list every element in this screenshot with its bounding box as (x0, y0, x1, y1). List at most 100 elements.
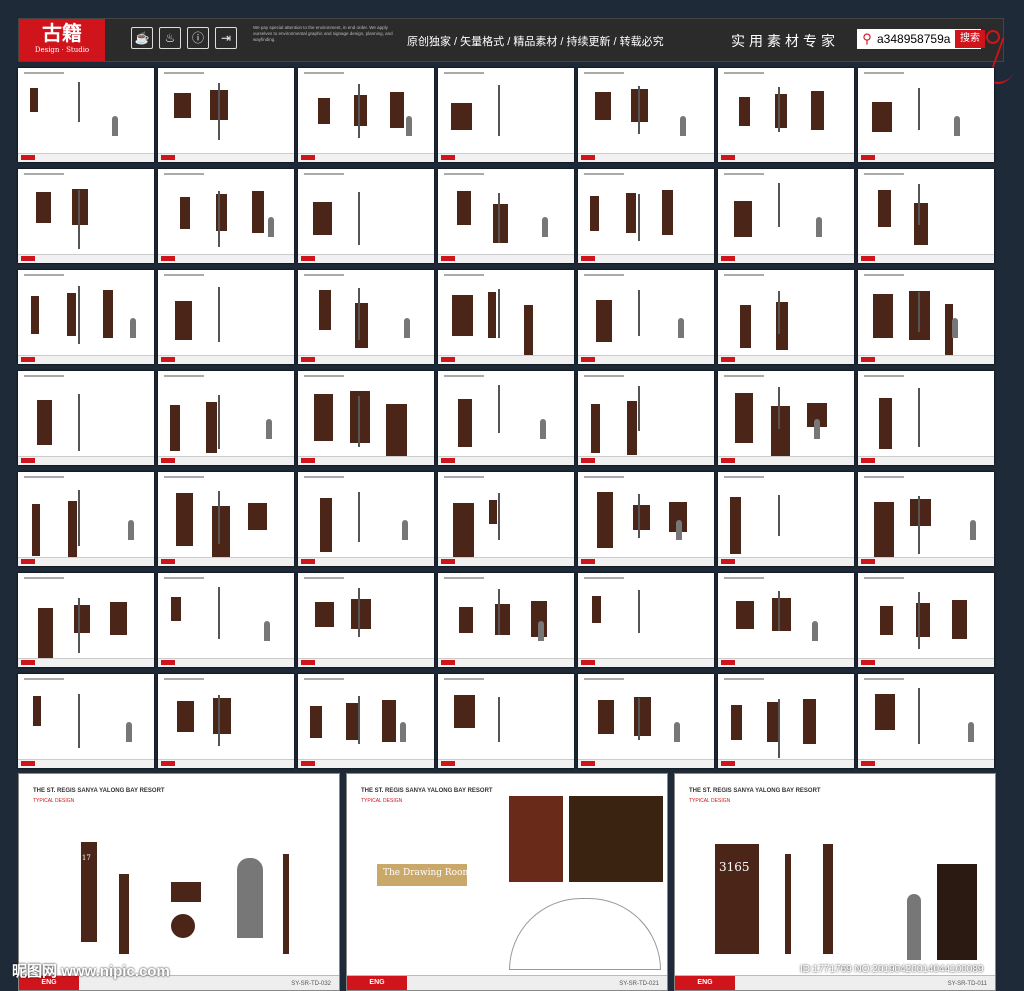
thumbnail-sheet[interactable] (158, 674, 294, 768)
elevation-line (498, 289, 500, 338)
sheet-header (24, 173, 64, 175)
thumbnail-sheet[interactable] (858, 573, 994, 667)
thumbnail-sheet[interactable] (298, 371, 434, 465)
sign-drawing (878, 190, 891, 227)
thumbnail-sheet[interactable] (298, 270, 434, 364)
big-sheet-2[interactable]: THE ST. REGIS SANYA YALONG BAY RESORT TY… (346, 773, 668, 991)
thumbnail-sheet[interactable] (18, 371, 154, 465)
thumbnail-sheet[interactable] (438, 68, 574, 162)
elevation-line (358, 84, 360, 138)
thumbnail-sheet[interactable] (18, 169, 154, 263)
thumbnail-sheet[interactable] (18, 573, 154, 667)
thumbnail-sheet[interactable] (718, 371, 854, 465)
thumbnail-sheet[interactable] (578, 270, 714, 364)
thumbnail-sheet[interactable] (578, 371, 714, 465)
thumbnail-sheet[interactable] (438, 371, 574, 465)
big-sheet-1[interactable]: THE ST. REGIS SANYA YALONG BAY RESORT TY… (18, 773, 340, 991)
photo-left (509, 796, 563, 882)
room-number: 2117 (73, 854, 91, 862)
sheet-footer (438, 153, 574, 162)
thumbnail-sheet[interactable] (438, 169, 574, 263)
sign-drawing (67, 293, 76, 336)
thumbnail-sheet[interactable] (858, 68, 994, 162)
sheet-header (304, 577, 344, 579)
sheet-footer (718, 254, 854, 263)
thumbnail-sheet[interactable] (438, 270, 574, 364)
person-silhouette (814, 419, 820, 439)
sign-drawing (319, 290, 331, 330)
thumbnail-sheet[interactable] (158, 573, 294, 667)
thumbnail-sheet[interactable] (298, 68, 434, 162)
sheet-header (24, 678, 64, 680)
sign-drawing (488, 292, 496, 338)
brand-logo[interactable]: 古籍 Design · Studio (19, 19, 105, 61)
person-silhouette (678, 318, 684, 338)
thumbnail-sheet[interactable] (578, 674, 714, 768)
thumbnail-sheet[interactable] (718, 68, 854, 162)
thumbnail-sheet[interactable] (438, 674, 574, 768)
thumbnail-sheet[interactable] (858, 472, 994, 566)
thumbnail-sheet[interactable] (578, 472, 714, 566)
thumbnail-sheet[interactable] (438, 472, 574, 566)
sheet-footer (578, 759, 714, 768)
thumbnail-sheet[interactable] (18, 270, 154, 364)
thumbnail-sheet[interactable] (158, 270, 294, 364)
person-silhouette (542, 217, 548, 237)
big-sheet-3[interactable]: THE ST. REGIS SANYA YALONG BAY RESORT TY… (674, 773, 996, 991)
thumbnail-sheet[interactable] (718, 674, 854, 768)
sheet-footer (298, 759, 434, 768)
thumbnail-sheet[interactable] (718, 472, 854, 566)
thumbnail-sheet[interactable] (578, 68, 714, 162)
coffee-icon[interactable]: ♨ (159, 27, 181, 49)
person-silhouette (812, 621, 818, 641)
thumbnail-sheet[interactable] (718, 573, 854, 667)
thumbnail-sheet[interactable] (438, 573, 574, 667)
sign-drawing (320, 498, 332, 552)
thumbnail-sheet[interactable] (578, 169, 714, 263)
sign-drawing (952, 600, 967, 639)
info-icon[interactable]: ⓘ (187, 27, 209, 49)
thumbnail-sheet[interactable] (18, 68, 154, 162)
person-silhouette (112, 116, 118, 136)
sheet-footer (158, 759, 294, 768)
room-number: 3165 (719, 860, 750, 874)
person-silhouette (406, 116, 412, 136)
elevation-line (918, 496, 920, 554)
person-silhouette (676, 520, 682, 540)
thumbnail-sheet[interactable] (298, 472, 434, 566)
sign-drawing (355, 303, 368, 348)
thumbnail-sheet[interactable] (18, 472, 154, 566)
elevation-line (638, 590, 640, 633)
sheet-header (164, 274, 204, 276)
thumbnail-sheet[interactable] (718, 270, 854, 364)
thumbnail-sheet[interactable] (858, 674, 994, 768)
thumbnail-sheet[interactable] (578, 573, 714, 667)
thumbnail-sheet[interactable] (18, 674, 154, 768)
exit-icon[interactable]: ⇥ (215, 27, 237, 49)
sign-drawing (36, 192, 51, 223)
sign-drawing (451, 103, 472, 130)
thumbnail-sheet[interactable] (858, 270, 994, 364)
thumbnail-sheet[interactable] (718, 169, 854, 263)
elevation-line (78, 190, 80, 249)
thumbnail-sheet[interactable] (298, 169, 434, 263)
thumbnail-sheet[interactable] (298, 674, 434, 768)
elevation-line (78, 598, 80, 653)
search-button[interactable]: 搜索 (955, 30, 985, 48)
thumbnail-sheet[interactable] (158, 371, 294, 465)
thumbnail-sheet[interactable] (158, 169, 294, 263)
thumbnail-sheet[interactable] (858, 371, 994, 465)
sign-drawing (386, 404, 407, 461)
elevation-line (498, 385, 500, 433)
thumbnail-sheet[interactable] (858, 169, 994, 263)
sign-drawing (252, 191, 264, 233)
search-input[interactable] (875, 32, 959, 46)
elevation-line (638, 194, 640, 241)
thumbnail-sheet[interactable] (298, 573, 434, 667)
thumbnail-sheet[interactable] (158, 472, 294, 566)
sheet-code: SY-SR-TD-021 (619, 981, 659, 987)
cup-icon[interactable]: ☕ (131, 27, 153, 49)
person-silhouette (264, 621, 270, 641)
thumbnail-sheet[interactable] (158, 68, 294, 162)
sheet-header (864, 72, 904, 74)
